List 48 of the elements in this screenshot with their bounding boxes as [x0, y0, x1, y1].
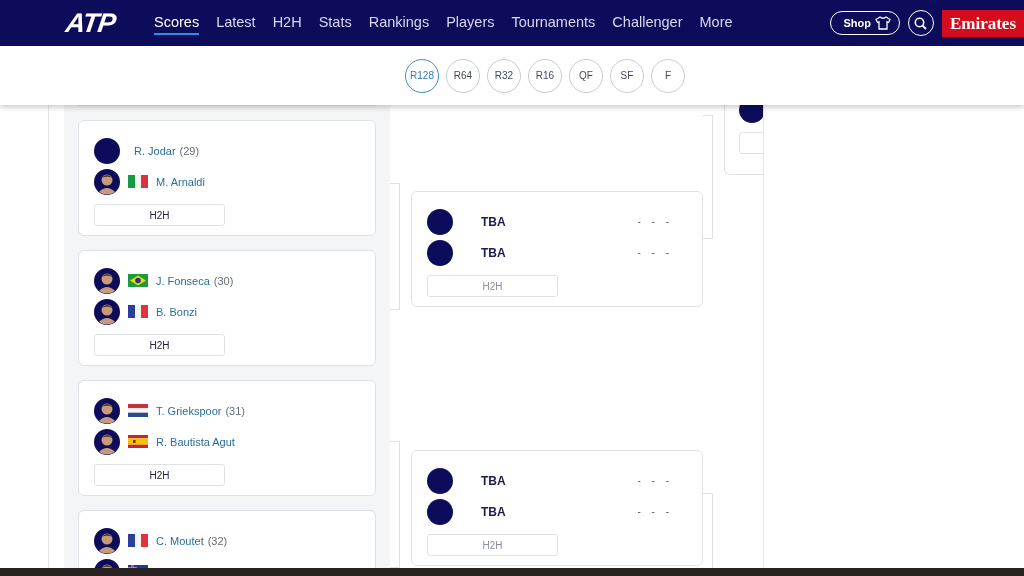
player-seed: (31) [225, 404, 245, 417]
flag-icon [128, 274, 148, 287]
nav-link[interactable]: Scores [154, 11, 200, 35]
round-tab[interactable]: R16 [528, 58, 562, 93]
h2h-button[interactable]: H2H [94, 334, 225, 356]
player-name[interactable]: R. Bautista Agut [156, 435, 235, 448]
nav-link[interactable]: Tournaments [511, 11, 596, 35]
player-seed: (32) [207, 534, 228, 547]
match-score: - - - [637, 216, 674, 227]
nav-link[interactable]: H2H [272, 11, 302, 35]
match-score: - - - [637, 247, 674, 258]
round-tab[interactable]: SF [610, 58, 644, 93]
player-name[interactable]: J. Fonseca [156, 274, 210, 287]
h2h-button[interactable]: H2H [94, 464, 225, 486]
player-name[interactable]: M. Arnaldi [156, 175, 205, 188]
nav-link[interactable]: Stats [318, 11, 352, 35]
player-name: TBA [481, 504, 506, 519]
player-name: TBA [481, 214, 506, 229]
round-tab[interactable]: R32 [487, 58, 521, 93]
nav-link[interactable]: Players [446, 11, 495, 35]
nav-link[interactable]: Latest [216, 11, 256, 35]
match-score: - - - [637, 475, 674, 486]
flag-icon [128, 175, 148, 188]
sponsor-logo[interactable]: Emirates [941, 9, 1024, 37]
nav-link[interactable]: More [699, 11, 733, 35]
player-name: TBA [481, 245, 506, 260]
match-score: - - - [637, 506, 674, 517]
player-seed: (30) [213, 274, 234, 287]
flag-icon [128, 404, 148, 417]
round-tab[interactable]: F [651, 58, 685, 93]
round-tab[interactable]: R64 [446, 58, 480, 93]
flag-icon [128, 435, 148, 448]
player-name: TBA [481, 473, 506, 488]
player-name[interactable]: B. Bonzi [156, 305, 197, 318]
h2h-button[interactable]: H2H [94, 204, 225, 226]
flag-icon [128, 534, 148, 547]
nav-link[interactable]: Challenger [612, 11, 683, 35]
atp-logo[interactable]: ATP [63, 7, 149, 39]
player-name[interactable]: T. Griekspoor [156, 404, 222, 417]
round-tab[interactable]: R128 [405, 58, 439, 93]
search-icon [914, 16, 928, 30]
shirt-icon [874, 16, 891, 30]
nav-link[interactable]: Rankings [368, 11, 430, 35]
player-name[interactable]: R. Jodar [134, 144, 176, 157]
flag-icon [128, 305, 148, 318]
player-name[interactable]: C. Moutet [156, 534, 204, 547]
player-seed: (29) [179, 144, 200, 157]
round-tab[interactable]: QF [569, 58, 603, 93]
